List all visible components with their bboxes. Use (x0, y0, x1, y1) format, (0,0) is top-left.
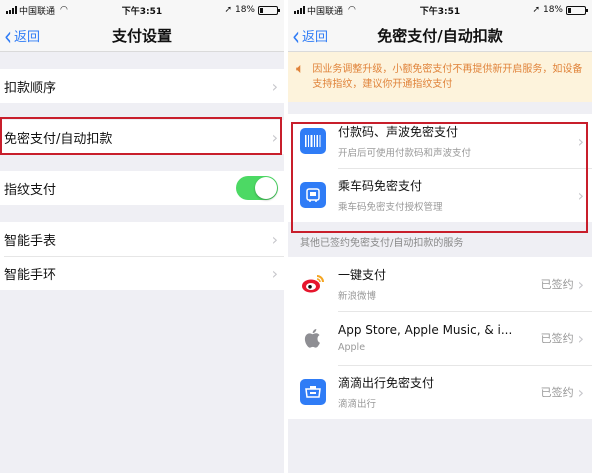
location-icon: ➚ (224, 5, 232, 15)
nav-bar: ‹ 返回 支付设置 (0, 20, 284, 52)
chevron-right-icon: › (577, 274, 584, 294)
settings-group-4: 智能手表 › 智能手环 › (0, 222, 284, 290)
carrier-label: 中国联通 (19, 6, 56, 17)
speaker-icon: 🔈︎ (296, 61, 305, 77)
chevron-right-icon: › (577, 382, 584, 402)
status-bar: 中国联通 ◠ 下午3:51 ➚ 18% (0, 0, 284, 20)
service-row-apple[interactable]: App Store, Apple Music, & i... Apple 已签约… (288, 311, 592, 365)
back-button[interactable]: ‹ 返回 (4, 19, 41, 52)
row-label: 智能手环 (4, 267, 57, 283)
chevron-right-icon: › (271, 76, 278, 96)
weibo-icon (300, 271, 326, 297)
battery-percent: 18% (542, 5, 563, 15)
page-title: 免密支付/自动扣款 (377, 27, 503, 45)
service-row-didi[interactable]: 滴滴出行免密支付 滴滴出行 已签约 › (288, 365, 592, 419)
carrier-label: 中国联通 (307, 6, 344, 17)
bus-code-icon (300, 182, 326, 208)
nav-bar: ‹ 返回 免密支付/自动扣款 (288, 20, 592, 52)
location-icon: ➚ (532, 5, 540, 15)
service-subtitle: 新浪微博 (338, 291, 377, 302)
row-label: 智能手表 (4, 233, 57, 249)
row-deduct-order[interactable]: 扣款顺序 › (0, 69, 284, 103)
chevron-right-icon: › (577, 131, 584, 151)
row-label: 免密支付/自动扣款 (4, 131, 113, 147)
settings-group-2: 免密支付/自动扣款 › (0, 120, 284, 154)
chevron-right-icon: › (577, 185, 584, 205)
service-title: 乘车码免密支付 (338, 179, 423, 193)
chevron-right-icon: › (271, 229, 278, 249)
chevron-right-icon: › (271, 263, 278, 283)
featured-row-barcode[interactable]: 付款码、声波免密支付 开启后可使用付款码和声波支付 › (288, 114, 592, 168)
status-bar: 中国联通 ◠ 下午3:51 ➚ 18% (288, 0, 592, 20)
row-password-free-payment[interactable]: 免密支付/自动扣款 › (0, 120, 284, 154)
service-subtitle: Apple (338, 342, 366, 353)
chevron-left-icon: ‹ (292, 19, 300, 52)
row-smart-band[interactable]: 智能手环 › (0, 256, 284, 290)
signal-icon (294, 6, 305, 14)
battery-icon (258, 5, 280, 15)
apple-icon (300, 325, 326, 351)
service-subtitle: 滴滴出行 (338, 399, 377, 410)
signed-services: 一键支付 新浪微博 已签约 › App Store, Apple Music, … (288, 257, 592, 419)
signal-icon (6, 6, 17, 14)
wifi-icon: ◠ (60, 5, 68, 15)
row-label: 扣款顺序 (4, 80, 57, 96)
payment-settings-screen: 中国联通 ◠ 下午3:51 ➚ 18% ‹ 返回 支付设置 扣款顺序 › 免密支… (0, 0, 284, 473)
chevron-right-icon: › (271, 127, 278, 147)
service-row-weibo[interactable]: 一键支付 新浪微博 已签约 › (288, 257, 592, 311)
chevron-right-icon: › (577, 328, 584, 348)
back-label: 返回 (302, 30, 329, 45)
status-badge: 已签约 (540, 278, 574, 291)
featured-row-bus-code[interactable]: 乘车码免密支付 乘车码免密支付授权管理 › (288, 168, 592, 222)
chevron-left-icon: ‹ (4, 19, 12, 52)
notice-text: 因业务调整升级，小额免密支付不再提供新开启服务，如设备支持指纹，建议你开通指纹支… (312, 64, 583, 90)
status-badge: 已签约 (540, 332, 574, 345)
section-header: 其他已签约免密支付/自动扣款的服务 (300, 238, 464, 249)
wifi-icon: ◠ (348, 5, 356, 15)
featured-services: 付款码、声波免密支付 开启后可使用付款码和声波支付 › 乘车码免密支付 乘车码免… (288, 114, 592, 222)
service-subtitle: 乘车码免密支付授权管理 (338, 202, 443, 213)
settings-group-3: 指纹支付 (0, 171, 284, 205)
battery-icon (566, 5, 588, 15)
service-title: 一键支付 (338, 268, 387, 282)
back-label: 返回 (14, 30, 41, 45)
status-badge: 已签约 (540, 386, 574, 399)
row-fingerprint-payment: 指纹支付 (0, 171, 284, 205)
service-title: 付款码、声波免密支付 (338, 125, 459, 139)
row-label: 指纹支付 (4, 182, 57, 198)
barcode-icon (300, 128, 326, 154)
notice-banner: 🔈︎ 因业务调整升级，小额免密支付不再提供新开启服务，如设备支持指纹，建议你开通… (288, 52, 592, 102)
row-smart-watch[interactable]: 智能手表 › (0, 222, 284, 256)
fingerprint-toggle[interactable] (236, 176, 278, 200)
service-title: App Store, Apple Music, & i... (338, 323, 513, 337)
page-title: 支付设置 (111, 27, 172, 45)
settings-group-1: 扣款顺序 › (0, 69, 284, 103)
service-subtitle: 开启后可使用付款码和声波支付 (338, 148, 472, 159)
service-title: 滴滴出行免密支付 (338, 376, 435, 390)
didi-icon (300, 379, 326, 405)
battery-percent: 18% (234, 5, 255, 15)
back-button[interactable]: ‹ 返回 (292, 19, 329, 52)
password-free-screen: 中国联通 ◠ 下午3:51 ➚ 18% ‹ 返回 免密支付/自动扣款 🔈︎ 因业… (288, 0, 592, 473)
